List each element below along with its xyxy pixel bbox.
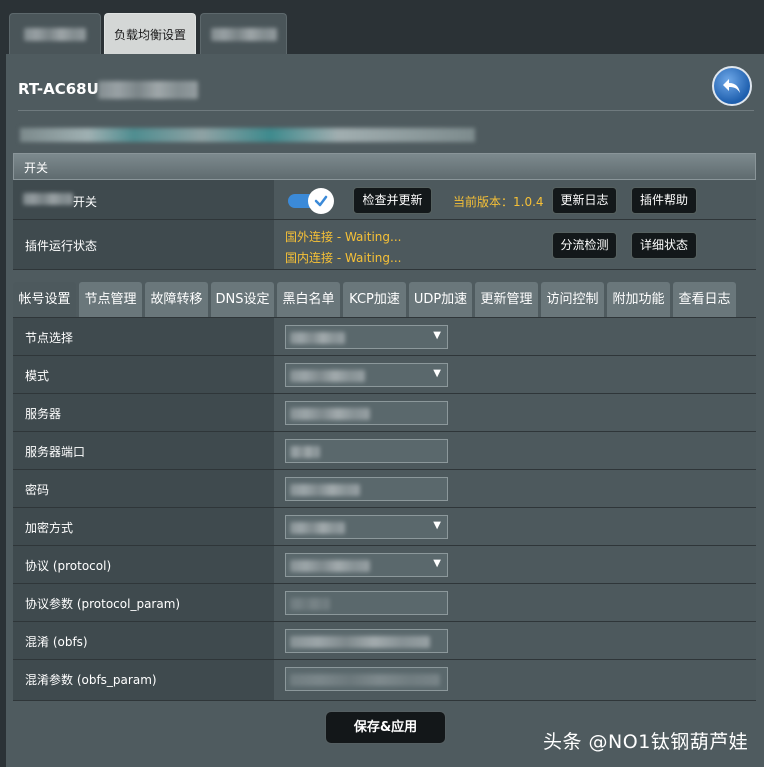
blurred-value [290, 446, 320, 458]
blurred-value [290, 560, 370, 572]
field-label: 混淆参数 (obfs_param) [25, 673, 157, 687]
section-title: 开关 [24, 161, 49, 175]
blurred-value [290, 636, 430, 648]
field-label: 密码 [25, 483, 50, 497]
check-update-button[interactable]: 检查并更新 [353, 187, 432, 214]
toggle-knob [308, 188, 334, 214]
tab-blackwhite-list[interactable]: 黑白名单 [277, 282, 340, 317]
top-tab-1[interactable] [9, 13, 101, 55]
split-check-button[interactable]: 分流检测 [552, 232, 617, 259]
back-button[interactable] [712, 66, 752, 106]
section-header: 开关 [13, 153, 756, 180]
field-label: 协议 (protocol) [25, 559, 112, 573]
form-row-server-port: 服务器端口 [13, 431, 756, 469]
tab-update-management[interactable]: 更新管理 [475, 282, 538, 317]
node-select-dropdown[interactable]: ▼ [285, 325, 448, 349]
tab-extra-features[interactable]: 附加功能 [607, 282, 670, 317]
field-label: 混淆 (obfs) [25, 635, 88, 649]
dropdown-arrow-icon: ▼ [433, 558, 441, 569]
form-row-server: 服务器 [13, 393, 756, 431]
dropdown-arrow-icon: ▼ [433, 520, 441, 531]
toggle-label: 开关 [73, 195, 98, 209]
encryption-dropdown[interactable]: ▼ [285, 515, 448, 539]
field-label: 协议参数 (protocol_param) [25, 597, 181, 611]
blurred-title-suffix [98, 81, 198, 99]
tab-failover[interactable]: 故障转移 [145, 282, 208, 317]
mode-dropdown[interactable]: ▼ [285, 363, 448, 387]
tab-view-log[interactable]: 查看日志 [673, 282, 736, 317]
blurred-value [290, 598, 330, 610]
label-cell [13, 470, 274, 507]
obfs-input[interactable] [285, 629, 448, 653]
foreign-status: 国外连接 - Waiting... [285, 230, 402, 244]
blurred-tab-label [211, 28, 277, 41]
form-row-protocol-param: 协议参数 (protocol_param) [13, 583, 756, 621]
field-label: 模式 [25, 369, 50, 383]
tab-access-control[interactable]: 访问控制 [541, 282, 604, 317]
tab-udp-accel[interactable]: UDP加速 [409, 282, 472, 317]
changelog-button[interactable]: 更新日志 [552, 187, 617, 214]
obfs-param-input[interactable] [285, 667, 448, 691]
title-divider [18, 110, 754, 111]
blurred-description [20, 128, 475, 142]
form-row-mode: 模式 ▼ [13, 355, 756, 393]
form-row-protocol: 协议 (protocol) ▼ [13, 545, 756, 583]
blurred-value [290, 332, 345, 344]
protocol-dropdown[interactable]: ▼ [285, 553, 448, 577]
server-port-input[interactable] [285, 439, 448, 463]
tab-label: 负载均衡设置 [113, 28, 186, 42]
form-row-obfs: 混淆 (obfs) [13, 621, 756, 659]
top-tab-3[interactable] [200, 13, 287, 55]
tab-node-management[interactable]: 节点管理 [79, 282, 142, 317]
blurred-value [290, 408, 370, 420]
plugin-help-button[interactable]: 插件帮助 [631, 187, 697, 214]
status-label: 插件运行状态 [25, 239, 98, 253]
domestic-status: 国内连接 - Waiting... [285, 251, 402, 265]
field-label: 服务器端口 [25, 445, 86, 459]
blurred-value [290, 674, 440, 686]
plugin-toggle[interactable] [288, 188, 334, 214]
version-text: 当前版本：1.0.4 [453, 195, 544, 209]
form-row-password: 密码 [13, 469, 756, 507]
blurred-value [290, 522, 345, 534]
tab-kcp-accel[interactable]: KCP加速 [343, 282, 406, 317]
dropdown-arrow-icon: ▼ [433, 330, 441, 341]
form-row-node-select: 节点选择 ▼ [13, 317, 756, 355]
top-tab-load-balance[interactable]: 负载均衡设置 [104, 13, 196, 55]
form-row-obfs-param: 混淆参数 (obfs_param) [13, 659, 756, 701]
save-apply-button[interactable]: 保存&应用 [325, 711, 446, 744]
blurred-value [290, 370, 365, 382]
blurred-label [23, 193, 73, 205]
field-label: 加密方式 [25, 521, 74, 535]
blurred-tab-label [24, 28, 86, 41]
back-arrow-icon [723, 79, 740, 93]
page-title: RT-AC68U [18, 80, 99, 98]
field-label: 节点选择 [25, 331, 74, 345]
check-icon [314, 195, 328, 207]
label-cell [13, 356, 274, 393]
protocol-param-input[interactable] [285, 591, 448, 615]
detail-status-button[interactable]: 详细状态 [631, 232, 697, 259]
field-label: 服务器 [25, 407, 62, 421]
dropdown-arrow-icon: ▼ [433, 368, 441, 379]
watermark: 头条 @NO1钛钢葫芦娃 [543, 731, 749, 753]
password-input[interactable] [285, 477, 448, 501]
tab-dns-settings[interactable]: DNS设定 [211, 282, 274, 317]
form-row-encryption: 加密方式 ▼ [13, 507, 756, 545]
tab-account-settings[interactable]: 帐号设置 [13, 282, 76, 317]
blurred-value [290, 484, 360, 496]
server-input[interactable] [285, 401, 448, 425]
